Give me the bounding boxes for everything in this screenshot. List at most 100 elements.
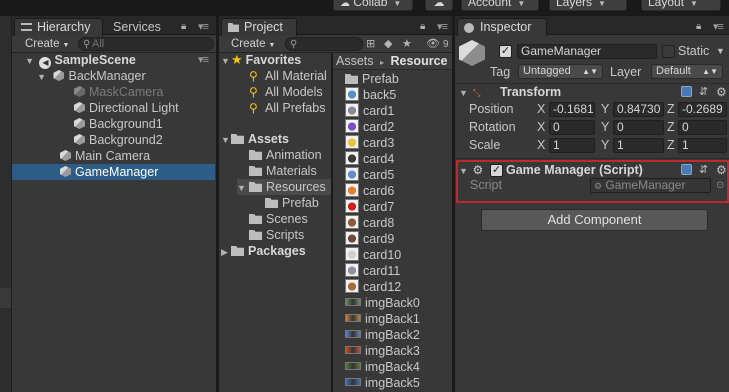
file-item[interactable]: card8: [345, 215, 452, 231]
scene-menu-icon[interactable]: ▾≡: [198, 52, 209, 68]
script-object-field[interactable]: ⚙ GameManager: [590, 178, 711, 193]
object-picker-icon[interactable]: ⊙: [716, 178, 724, 193]
tree-assets[interactable]: ▼ Assets: [221, 131, 331, 147]
position-x-input[interactable]: -0.1681: [549, 102, 595, 117]
gear-icon[interactable]: ⚙: [716, 84, 727, 100]
hierarchy-item-main-camera[interactable]: Main Camera: [12, 148, 216, 164]
hierarchy-search-input[interactable]: ⚲ All: [78, 37, 214, 51]
breadcrumb-assets[interactable]: Assets: [336, 54, 374, 68]
expand-arrow-icon[interactable]: ▼: [459, 85, 469, 101]
tree-scenes[interactable]: Scenes: [249, 211, 331, 227]
axis-x-label[interactable]: X: [537, 137, 545, 153]
expand-arrow-icon[interactable]: ▼: [12, 53, 34, 69]
file-item[interactable]: card2: [345, 119, 452, 135]
axis-z-label[interactable]: Z: [667, 119, 675, 135]
expand-arrow-icon[interactable]: ▼: [459, 163, 469, 179]
file-item[interactable]: card5: [345, 167, 452, 183]
panel-menu-icon[interactable]: ▾≡: [713, 18, 724, 36]
layer-dropdown[interactable]: Default ▲▼: [651, 64, 723, 79]
axis-z-label[interactable]: Z: [667, 101, 675, 117]
expand-arrow-icon[interactable]: ▼: [12, 69, 46, 85]
add-component-button[interactable]: Add Component: [481, 209, 708, 231]
expand-arrow-icon[interactable]: ▼: [221, 53, 231, 69]
scale-y-input[interactable]: 1: [613, 138, 664, 153]
scene-row[interactable]: ▼ ◀ SampleScene ▾≡: [12, 52, 216, 69]
lock-icon[interactable]: 🔒︎: [696, 18, 701, 36]
axis-y-label[interactable]: Y: [601, 101, 609, 117]
hierarchy-item-gamemanager[interactable]: GameManager: [12, 164, 215, 180]
object-name-input[interactable]: GameManager: [517, 44, 657, 59]
file-item[interactable]: imgBack0: [345, 295, 452, 311]
tree-scripts[interactable]: Scripts: [249, 227, 331, 243]
position-z-input[interactable]: -0.2689: [678, 102, 727, 117]
scale-x-input[interactable]: 1: [549, 138, 595, 153]
tab-inspector[interactable]: Inspector: [457, 18, 547, 36]
tag-dropdown[interactable]: Untagged ▲▼: [518, 64, 603, 79]
active-checkbox[interactable]: ✓: [499, 45, 512, 58]
rotation-y-input[interactable]: 0: [613, 120, 664, 135]
preset-icon[interactable]: ⇵: [699, 84, 708, 100]
search-by-label-icon[interactable]: ◆: [384, 37, 392, 52]
file-item[interactable]: imgBack4: [345, 359, 452, 375]
project-search-input[interactable]: ⚲: [285, 37, 363, 51]
file-item[interactable]: back5: [345, 87, 452, 103]
help-icon[interactable]: [681, 86, 692, 97]
tree-packages[interactable]: ▶ Packages: [221, 243, 331, 259]
account-dropdown[interactable]: Account ▼: [461, 0, 539, 11]
tab-services[interactable]: Services: [113, 18, 173, 36]
lock-icon[interactable]: 🔒︎: [181, 18, 186, 36]
hierarchy-item-backmanager[interactable]: ▼ BackManager: [12, 68, 216, 84]
search-by-type-icon[interactable]: ⊞: [366, 37, 375, 52]
file-item[interactable]: card11: [345, 263, 452, 279]
panel-menu-icon[interactable]: ▾≡: [437, 18, 448, 36]
file-item[interactable]: card7: [345, 199, 452, 215]
axis-z-label[interactable]: Z: [667, 137, 675, 153]
tree-fav-all-prefabs[interactable]: ⚲ All Prefabs: [249, 100, 331, 116]
scene-view-scrollbar[interactable]: [0, 288, 11, 308]
gear-icon[interactable]: ⚙: [716, 162, 727, 178]
file-item[interactable]: Prefab: [345, 71, 452, 87]
expand-arrow-icon[interactable]: ▼: [221, 132, 231, 148]
hierarchy-item-maskcamera[interactable]: MaskCamera: [12, 84, 216, 100]
tree-favorites[interactable]: ▼★ Favorites: [221, 52, 331, 68]
axis-x-label[interactable]: X: [537, 101, 545, 117]
favorite-star-icon[interactable]: ★: [402, 37, 412, 52]
lock-icon[interactable]: 🔒︎: [420, 18, 425, 36]
hierarchy-item-directional-light[interactable]: Directional Light: [12, 100, 216, 116]
file-item[interactable]: card4: [345, 151, 452, 167]
axis-x-label[interactable]: X: [537, 119, 545, 135]
hierarchy-item-background1[interactable]: Background1: [12, 116, 216, 132]
hierarchy-create-button[interactable]: Create ▼: [25, 37, 69, 53]
expand-arrow-icon[interactable]: ▶: [221, 244, 231, 260]
tab-hierarchy[interactable]: Hierarchy: [14, 18, 103, 36]
axis-y-label[interactable]: Y: [601, 137, 609, 153]
cloud-services-button[interactable]: ☁: [425, 0, 453, 11]
axis-y-label[interactable]: Y: [601, 119, 609, 135]
file-item[interactable]: card10: [345, 247, 452, 263]
scale-z-input[interactable]: 1: [678, 138, 727, 153]
layout-dropdown[interactable]: Layout ▼: [641, 0, 721, 11]
preset-icon[interactable]: ⇵: [699, 162, 708, 178]
panel-menu-icon[interactable]: ▾≡: [198, 18, 209, 36]
file-item[interactable]: imgBack5: [345, 375, 452, 391]
file-item[interactable]: imgBack3: [345, 343, 452, 359]
file-item[interactable]: card9: [345, 231, 452, 247]
tree-fav-all-material[interactable]: ⚲ All Material: [249, 68, 331, 84]
tree-animation[interactable]: Animation: [249, 147, 331, 163]
file-item[interactable]: imgBack1: [345, 311, 452, 327]
help-icon[interactable]: [681, 164, 692, 175]
file-item[interactable]: card3: [345, 135, 452, 151]
static-checkbox[interactable]: [662, 45, 675, 58]
project-inner-splitter[interactable]: [331, 53, 333, 392]
script-enabled-checkbox[interactable]: ✓: [490, 164, 503, 177]
rotation-x-input[interactable]: 0: [549, 120, 595, 135]
breadcrumb-resources[interactable]: Resource: [391, 54, 448, 68]
file-item[interactable]: card12: [345, 279, 452, 295]
tree-materials[interactable]: Materials: [249, 163, 331, 179]
file-item[interactable]: card1: [345, 103, 452, 119]
collab-button[interactable]: ☁ Collab ▼: [333, 0, 413, 11]
layers-dropdown[interactable]: Layers ▼: [549, 0, 627, 11]
project-create-button[interactable]: Create ▼: [231, 37, 275, 53]
expand-arrow-icon[interactable]: ▼: [237, 180, 247, 196]
tab-project[interactable]: Project: [221, 18, 297, 36]
